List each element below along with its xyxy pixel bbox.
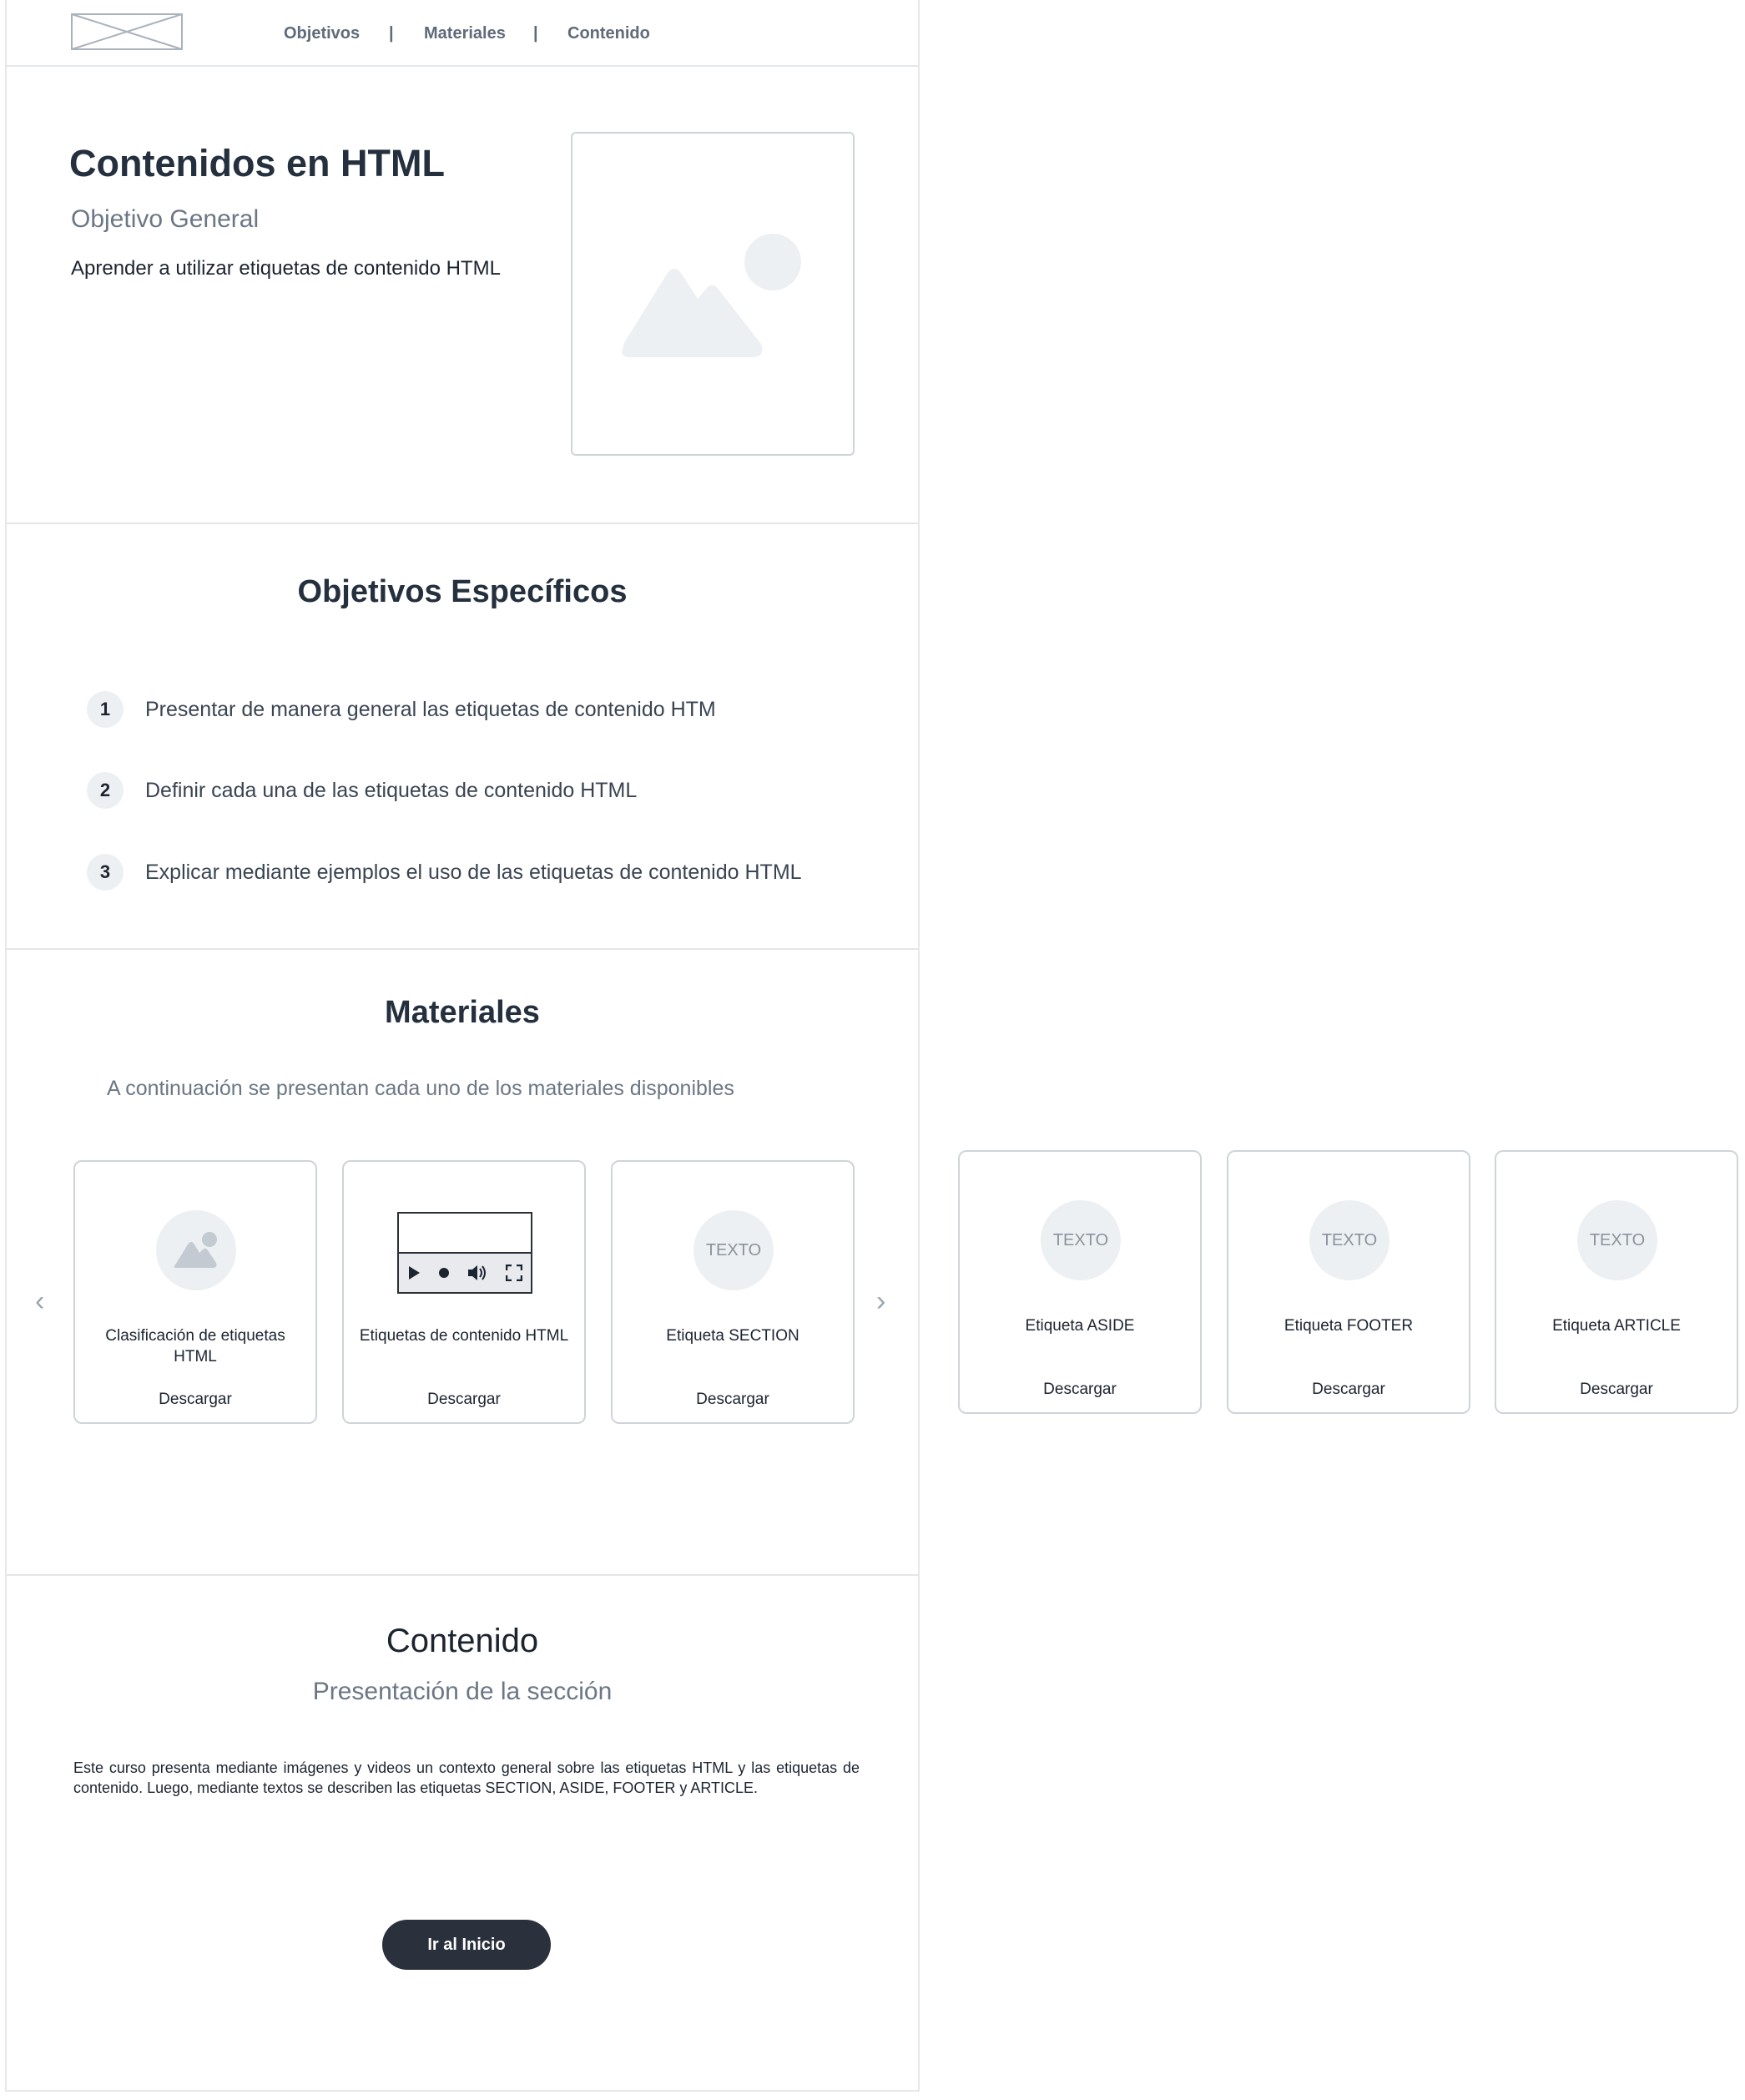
image-icon-circle	[156, 1210, 236, 1290]
text-icon-circle: TEXTO	[693, 1210, 774, 1290]
card-label: Etiqueta FOOTER	[1284, 1317, 1414, 1335]
objective-text: Presentar de manera general las etiqueta…	[145, 697, 716, 721]
download-link[interactable]: Descargar	[1228, 1381, 1469, 1399]
nav-separator: |	[389, 23, 394, 43]
card-label: Etiquetas de contenido HTML	[359, 1327, 569, 1345]
text-icon-circle: TEXTO	[1041, 1200, 1121, 1280]
text-icon-circle: TEXTO	[1309, 1200, 1389, 1280]
text-icon-circle: TEXTO	[1577, 1200, 1657, 1280]
materiales-title: Materiales	[385, 995, 540, 1030]
video-player-icon[interactable]	[397, 1212, 532, 1294]
contenido-body: Este curso presenta mediante imágenes y …	[73, 1759, 860, 1796]
nav-separator: |	[533, 23, 538, 43]
material-card[interactable]: TEXTO Etiqueta SECTION Descargar	[611, 1160, 855, 1424]
header-divider	[7, 65, 918, 67]
nav-link-objetivos[interactable]: Objetivos	[284, 22, 360, 45]
download-link[interactable]: Descargar	[1496, 1381, 1737, 1399]
materiales-intro: A continuación se presentan cada uno de …	[107, 1077, 734, 1100]
record-icon[interactable]	[438, 1267, 450, 1279]
objetivos-title: Objetivos Específicos	[297, 574, 628, 609]
material-card[interactable]: TEXTO Etiqueta ASIDE Descargar	[958, 1150, 1202, 1414]
material-card[interactable]: Clasificación de etiquetas HTML Descarga…	[73, 1160, 317, 1424]
play-icon[interactable]	[407, 1265, 421, 1280]
image-icon	[174, 1232, 217, 1268]
objective-text: Explicar mediante ejemplos el uso de las…	[145, 860, 802, 884]
page-frame: Objetivos | Materiales | Contenido Conte…	[5, 0, 920, 2092]
list-item: 1 Presentar de manera general las etique…	[87, 691, 716, 728]
section-divider	[7, 948, 918, 950]
list-item: 3 Explicar mediante ejemplos el uso de l…	[87, 854, 802, 891]
section-divider	[7, 522, 918, 524]
image-placeholder-icon	[622, 234, 801, 357]
video-controls	[399, 1252, 531, 1292]
material-card[interactable]: TEXTO Etiqueta FOOTER Descargar	[1227, 1150, 1470, 1414]
go-home-button[interactable]: Ir al Inicio	[382, 1920, 551, 1970]
chevron-left-icon[interactable]: ‹	[35, 1285, 44, 1318]
objective-text: Definir cada una de las etiquetas de con…	[145, 778, 638, 802]
download-link[interactable]: Descargar	[344, 1391, 584, 1409]
card-label: Etiqueta ARTICLE	[1552, 1317, 1681, 1335]
step-number-badge: 1	[87, 691, 124, 728]
hero-image	[571, 132, 855, 456]
hero-description: Aprender a utilizar etiquetas de conteni…	[71, 257, 501, 280]
card-label: Etiqueta SECTION	[666, 1327, 799, 1345]
step-number-badge: 2	[87, 772, 124, 809]
contenido-title: Contenido	[386, 1623, 539, 1659]
step-number-badge: 3	[87, 854, 124, 891]
material-card[interactable]: Etiquetas de contenido HTML Descargar	[342, 1160, 586, 1424]
nav-link-contenido[interactable]: Contenido	[567, 22, 650, 45]
nav-link-materiales[interactable]: Materiales	[424, 22, 506, 45]
page-title: Contenidos en HTML	[69, 142, 445, 184]
volume-icon[interactable]	[467, 1264, 488, 1282]
card-label: Etiqueta ASIDE	[1025, 1317, 1135, 1335]
chevron-right-icon[interactable]: ›	[876, 1285, 885, 1318]
fullscreen-icon[interactable]	[505, 1265, 522, 1281]
list-item: 2 Definir cada una de las etiquetas de c…	[87, 772, 637, 809]
download-link[interactable]: Descargar	[613, 1391, 853, 1409]
download-link[interactable]: Descargar	[75, 1391, 315, 1409]
hero-subtitle: Objetivo General	[71, 205, 260, 233]
material-card[interactable]: TEXTO Etiqueta ARTICLE Descargar	[1495, 1150, 1738, 1414]
download-link[interactable]: Descargar	[960, 1381, 1200, 1399]
card-label: Clasificación de etiquetas HTML	[105, 1327, 285, 1366]
contenido-subtitle: Presentación de la sección	[312, 1678, 613, 1705]
section-divider	[7, 1574, 918, 1576]
logo-placeholder-icon[interactable]	[71, 13, 183, 50]
